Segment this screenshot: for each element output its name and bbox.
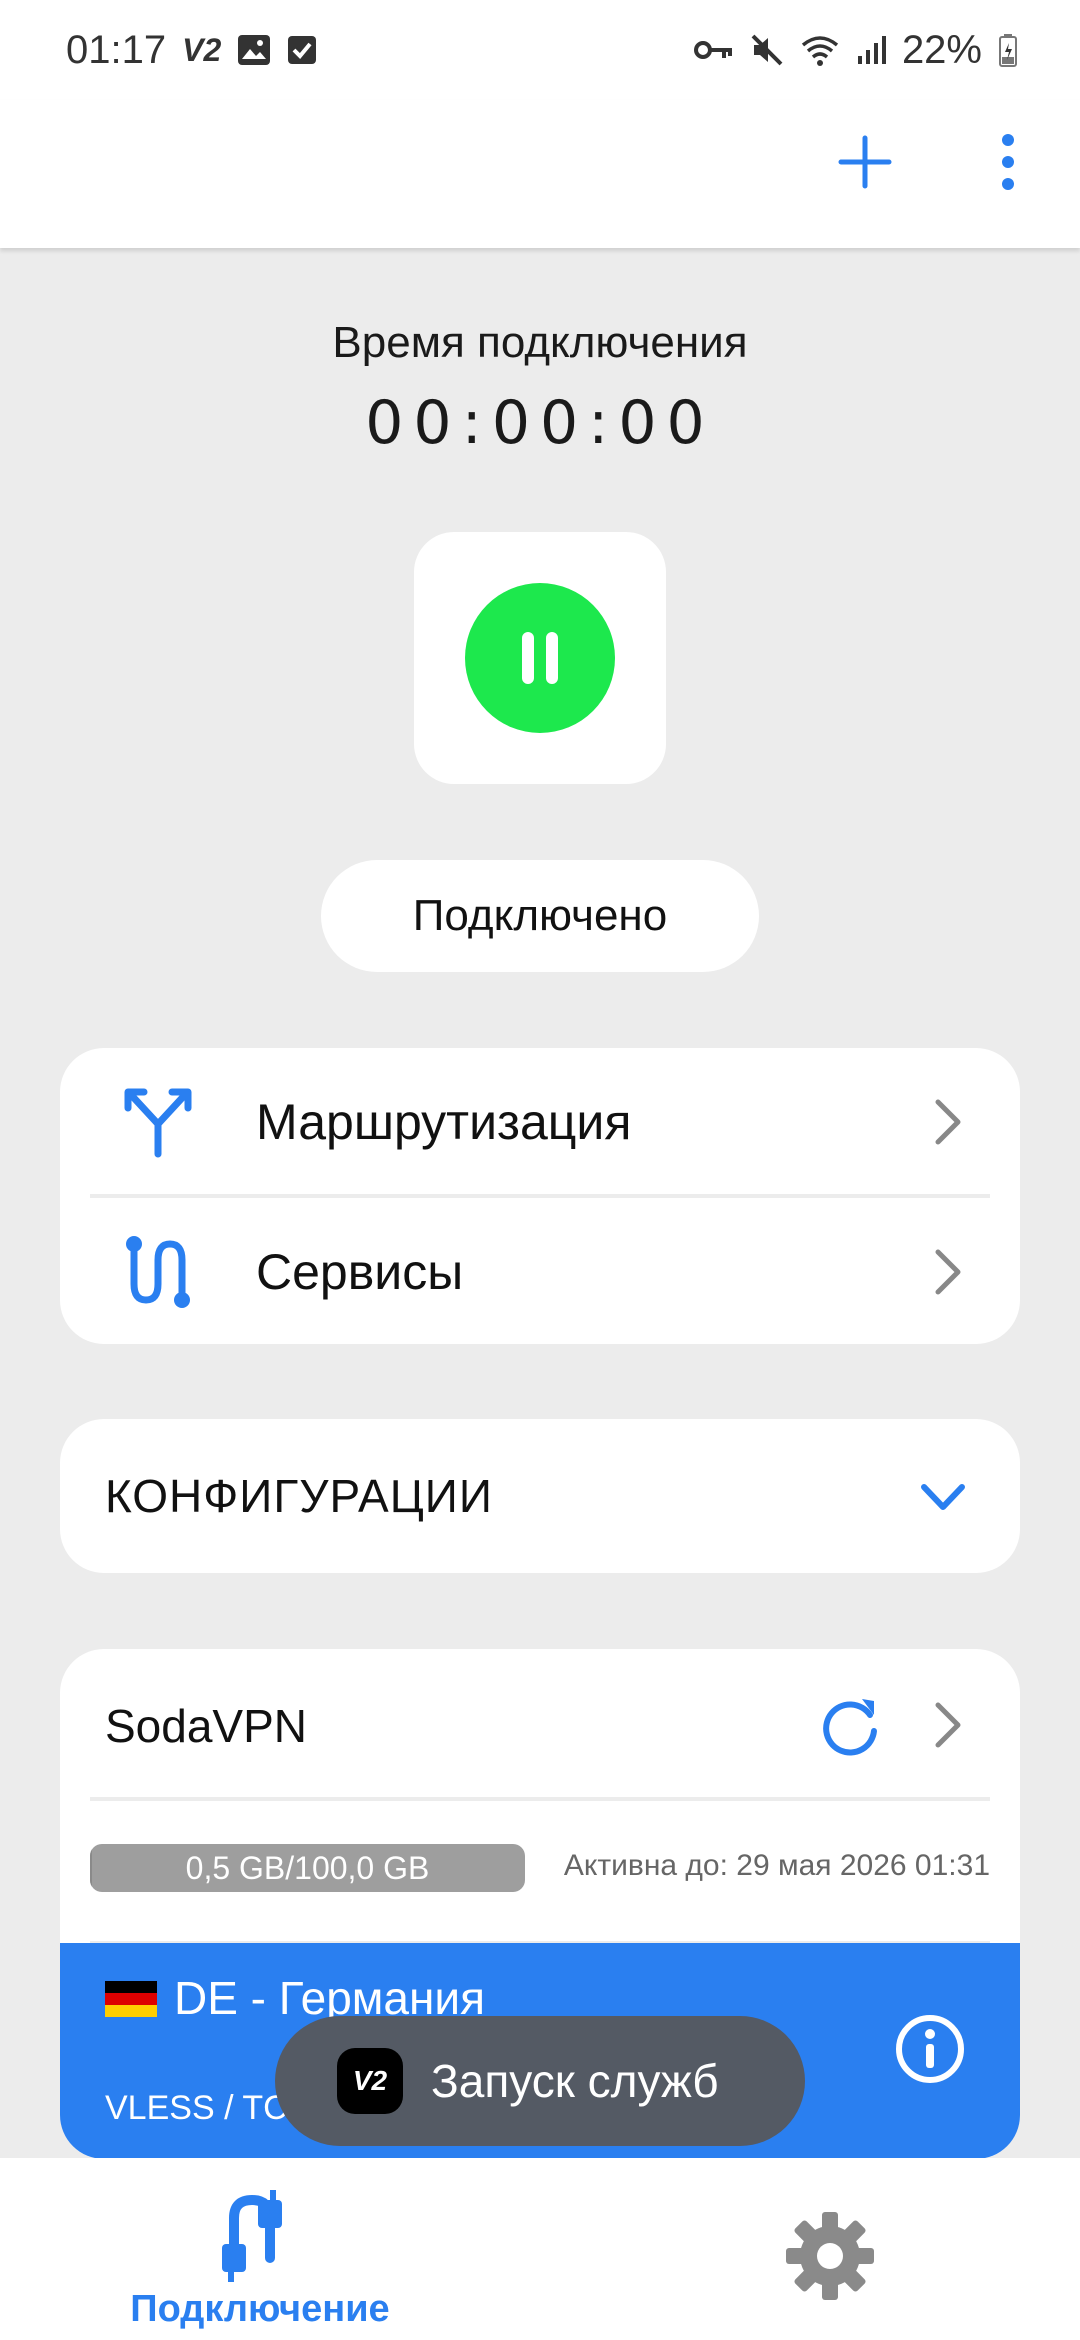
checkbox-icon — [287, 34, 317, 66]
subscription-name[interactable]: SodaVPN — [105, 1699, 307, 1753]
subscription-divider — [90, 1797, 990, 1801]
connection-time-label: Время подключения — [332, 318, 748, 367]
chevron-right-icon — [935, 1099, 961, 1145]
configurations-header[interactable]: КОНФИГУРАЦИИ — [60, 1419, 1020, 1573]
mute-icon — [750, 33, 784, 67]
subscription-expiry: Активна до: 29 мая 2026 01:31 — [563, 1849, 990, 1882]
v2-icon: V2 — [182, 31, 222, 68]
nav-connection-label: Подключение — [130, 2288, 390, 2330]
configurations-title: КОНФИГУРАЦИИ — [105, 1470, 493, 1522]
vpn-key-icon — [693, 38, 734, 62]
bottom-navigation: Подключение — [0, 2158, 1080, 2340]
overflow-menu-button[interactable] — [990, 132, 1026, 192]
nav-settings[interactable] — [770, 2158, 890, 2340]
add-config-button[interactable] — [835, 132, 895, 192]
connection-status-text: Подключено — [412, 891, 668, 940]
battery-icon — [998, 33, 1018, 67]
battery-percent: 22% — [901, 27, 982, 72]
image-icon — [237, 34, 271, 66]
v2-app-icon: V2 — [337, 2048, 403, 2114]
services-label: Сервисы — [256, 1244, 464, 1300]
gear-icon — [786, 2212, 874, 2300]
pause-icon — [522, 632, 558, 684]
status-bar-right: 22% — [693, 27, 1018, 73]
status-bar: 01:17 V2 22% — [0, 0, 1080, 100]
status-bar-left: 01:17 V2 — [66, 28, 317, 73]
connect-toggle-card — [414, 532, 666, 784]
traffic-usage-bar: 0,5 GB/100,0 GB — [90, 1844, 525, 1892]
wifi-icon — [800, 33, 840, 67]
top-app-bar — [0, 100, 1080, 248]
status-time: 01:17 — [66, 27, 167, 72]
connection-plug-icon — [222, 2190, 282, 2282]
services-row[interactable]: Сервисы — [60, 1198, 1020, 1344]
routing-label: Маршрутизация — [256, 1094, 632, 1150]
pause-connection-button[interactable] — [465, 583, 615, 733]
chevron-down-icon — [921, 1484, 965, 1510]
routing-split-icon — [124, 1088, 192, 1158]
connection-status-pill: Подключено — [321, 860, 759, 972]
toast-text: Запуск служб — [431, 2055, 719, 2107]
toast-notification: V2 Запуск служб — [275, 2016, 805, 2146]
germany-flag-icon — [105, 1981, 157, 2017]
routing-row[interactable]: Маршрутизация — [60, 1048, 1020, 1196]
plus-icon — [838, 135, 892, 189]
chevron-right-icon — [935, 1249, 961, 1295]
signal-icon — [856, 34, 886, 66]
more-vertical-icon — [1002, 134, 1014, 190]
refresh-icon[interactable] — [818, 1693, 882, 1757]
services-icon — [126, 1236, 190, 1308]
info-icon[interactable] — [894, 2013, 966, 2085]
connection-time-value: 00:00:00 — [365, 388, 715, 458]
traffic-usage-text: 0,5 GB/100,0 GB — [185, 1849, 430, 1886]
chevron-right-icon[interactable] — [932, 1701, 964, 1749]
menu-card: Маршрутизация Сервисы — [60, 1048, 1020, 1344]
nav-connection[interactable]: Подключение — [100, 2158, 420, 2340]
